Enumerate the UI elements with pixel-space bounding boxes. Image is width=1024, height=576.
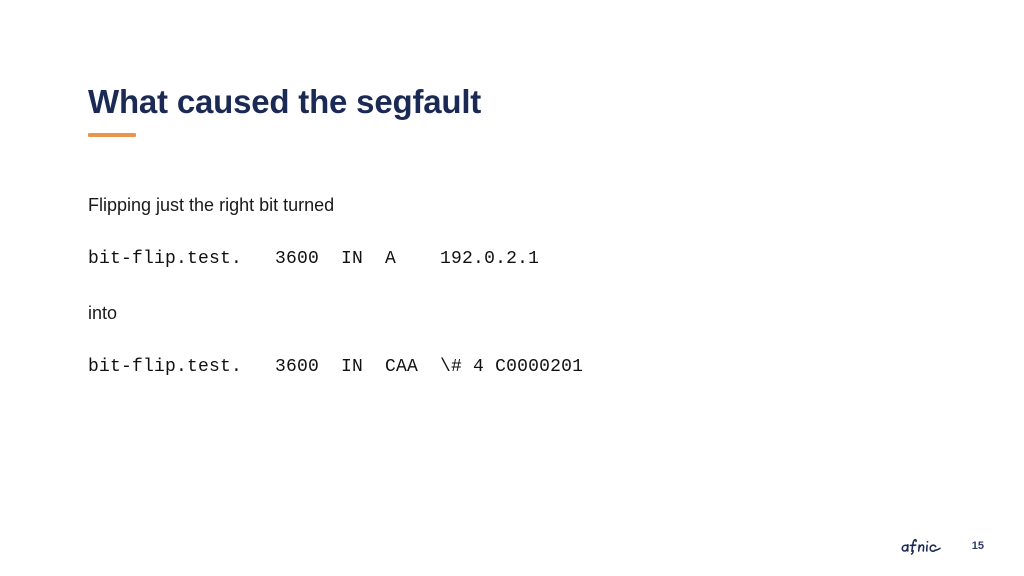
dns-record-before: bit-flip.test. 3600 IN A 192.0.2.1	[88, 249, 540, 269]
page-title: What caused the segfault	[88, 83, 482, 120]
title-accent-rule	[88, 133, 136, 137]
page-number: 15	[971, 539, 984, 552]
title-block: What caused the segfault	[88, 82, 481, 137]
dns-record-after: bit-flip.test. 3600 IN CAA \# 4 C0000201	[88, 357, 584, 377]
connector-text: into	[88, 303, 118, 323]
slide-body: Flipping just the right bit turned bit-f…	[88, 192, 948, 380]
slide-canvas: What caused the segfault Flipping just t…	[0, 0, 1024, 576]
intro-text: Flipping just the right bit turned	[88, 195, 335, 215]
afnic-logo-icon	[900, 537, 944, 555]
slide-footer: 15	[900, 537, 984, 555]
